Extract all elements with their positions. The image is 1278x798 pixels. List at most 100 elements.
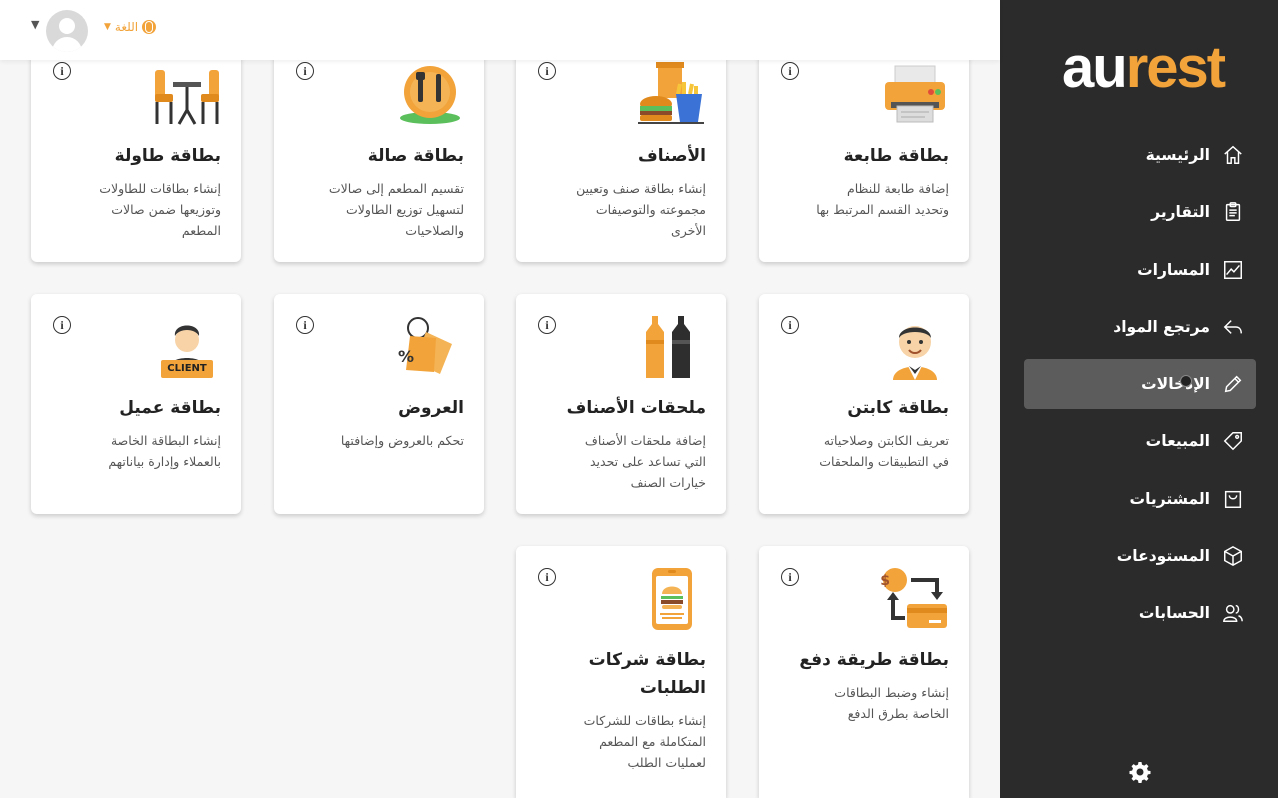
discount-tag-icon: % [396,314,464,380]
sidebar-item-warehouses[interactable]: المستودعات [1024,531,1256,581]
info-icon[interactable]: i [296,316,314,334]
desc-line: مجموعته والتوصيفات [595,202,706,217]
sidebar-item-paths[interactable]: المسارات [1024,245,1256,295]
desc-line: التي تساعد على تحديد [589,454,706,469]
info-icon[interactable]: i [781,316,799,334]
card-offers[interactable]: % i العروض تحكم بالعروض وإضافتها [274,294,484,514]
desc-line: وتحديد القسم المرتبط بها [816,202,949,217]
dish-icon [396,60,464,126]
sidebar-nav: الرئيسية التقارير المسارات مرتجع المواد … [1024,130,1256,646]
card-items[interactable]: i الأصناف إنشاء بطاقة صنف وتعيين مجموعته… [516,40,726,262]
card-title: بطاقة عميل [119,398,221,418]
desc-line: إنشاء وضبط البطاقات [834,685,949,700]
chart-line-icon [1222,259,1244,281]
sidebar: aurest الرئيسية التقارير المسارات مرتجع … [1000,0,1278,798]
sidebar-item-label: الرئيسية [1145,146,1210,164]
sidebar-item-label: التقارير [1151,203,1210,222]
card-hall[interactable]: i بطاقة صالة تقسيم المطعم إلى صالات لتسه… [274,40,484,262]
info-icon[interactable]: i [538,316,556,334]
desc-line: إنشاء بطاقات للطاولات [99,181,221,196]
shopping-bag-icon [1222,488,1244,510]
gear-icon[interactable] [1128,760,1152,784]
sidebar-item-accounts[interactable]: الحسابات [1024,588,1256,638]
client-icon: CLIENT [153,314,221,380]
pencil-icon [1222,373,1244,395]
printer-icon [881,60,949,126]
sidebar-item-home[interactable]: الرئيسية [1024,130,1256,180]
info-icon[interactable]: i [781,568,799,586]
desc-line: المتكاملة مع المطعم [599,734,706,749]
desc-line: إضافة طابعة للنظام [846,181,949,196]
desc-line: إضافة ملحقات الأصناف [584,433,706,448]
fast-food-icon [638,60,706,126]
title-line: الطلبات [639,678,706,698]
desc-line: إنشاء البطاقة الخاصة [110,433,221,448]
client-badge-text: CLIENT [167,363,207,374]
chevron-down-icon: ▼ [104,22,111,32]
home-icon [1222,144,1244,166]
card-item-addons[interactable]: i ملحقات الأصناف إضافة ملحقات الأصناف ال… [516,294,726,514]
sidebar-item-label: الإدخالات [1141,375,1210,394]
sidebar-item-label: المشتريات [1129,489,1210,508]
payment-exchange-icon: $ [880,566,949,632]
info-icon[interactable]: i [538,62,556,80]
desc-line: لعمليات الطلب [627,755,706,770]
card-title: بطاقة شركات الطلبات [530,646,706,702]
waiter-icon [881,314,949,380]
card-description: إنشاء بطاقات للطاولات وتوزيعها ضمن صالات… [43,178,221,241]
brand-logo-part1: au [1062,35,1128,100]
user-avatar[interactable] [46,10,88,52]
desc-line: تحكم بالعروض وإضافتها [340,433,464,448]
card-title: بطاقة طريقة دفع [799,650,949,670]
info-icon[interactable]: i [296,62,314,80]
desc-line: المطعم [181,223,221,238]
desc-line: وتوزيعها ضمن صالات [111,202,221,217]
globe-icon [142,20,157,34]
clipboard-icon [1222,201,1244,223]
card-description: تقسيم المطعم إلى صالات لتسهيل توزيع الطا… [286,178,464,241]
sauce-bottles-icon [638,314,706,380]
desc-line: خيارات الصنف [630,475,706,490]
delivery-app-icon [638,566,706,632]
card-title: بطاقة صالة [367,146,464,166]
card-payment-method[interactable]: $ i بطاقة طريقة دفع إنشاء وضبط البطاقات … [759,546,969,798]
sidebar-item-sales[interactable]: المبيعات [1024,416,1256,466]
info-icon[interactable]: i [781,62,799,80]
chevron-down-icon[interactable]: ▼ [31,18,39,31]
card-description: إضافة ملحقات الأصناف التي تساعد على تحدي… [528,430,706,493]
card-captain[interactable]: i بطاقة كابتن تعريف الكابتن وصلاحياته في… [759,294,969,514]
desc-line: إنشاء بطاقة صنف وتعيين [576,181,706,196]
table-chairs-icon [153,60,221,126]
sidebar-item-label: الحسابات [1138,604,1210,623]
sidebar-item-label: المبيعات [1145,432,1210,451]
card-delivery-companies[interactable]: i بطاقة شركات الطلبات إنشاء بطاقات للشرك… [516,546,726,798]
card-table[interactable]: i بطاقة طاولة إنشاء بطاقات للطاولات وتوز… [31,40,241,262]
sidebar-item-purchases[interactable]: المشتريات [1024,474,1256,524]
language-switcher[interactable]: اللغة ▼ [104,20,157,34]
tag-icon [1222,430,1244,452]
sidebar-item-entries[interactable]: الإدخالات [1024,359,1256,410]
language-label: اللغة [114,20,139,34]
sidebar-item-returns[interactable]: مرتجع المواد [1024,302,1256,352]
card-description: إنشاء وضبط البطاقات الخاصة بطرق الدفع [771,682,949,724]
card-client[interactable]: CLIENT i بطاقة عميل إنشاء البطاقة الخاصة… [31,294,241,514]
card-description: إنشاء بطاقة صنف وتعيين مجموعته والتوصيفا… [528,178,706,241]
return-arrow-icon [1222,316,1244,338]
sidebar-item-label: مرتجع المواد [1113,317,1210,336]
sidebar-item-reports[interactable]: التقارير [1024,187,1256,237]
card-printer[interactable]: i بطاقة طابعة إضافة طابعة للنظام وتحديد … [759,40,969,262]
users-icon [1222,602,1244,624]
desc-line: إنشاء بطاقات للشركات [583,713,706,728]
info-icon[interactable]: i [53,316,71,334]
card-title: بطاقة طابعة [843,146,949,166]
info-icon[interactable]: i [53,62,71,80]
card-title: الأصناف [638,146,706,166]
desc-line: تعريف الكابتن وصلاحياته [823,433,949,448]
card-title: العروض [398,398,464,418]
desc-line: في التطبيقات والملحقات [819,454,949,469]
info-icon[interactable]: i [538,568,556,586]
card-title: بطاقة كابتن [847,398,949,418]
brand-logo[interactable]: aurest [1062,39,1226,97]
card-title: بطاقة طاولة [114,146,221,166]
top-header: اللغة ▼ ▼ [0,0,1000,60]
